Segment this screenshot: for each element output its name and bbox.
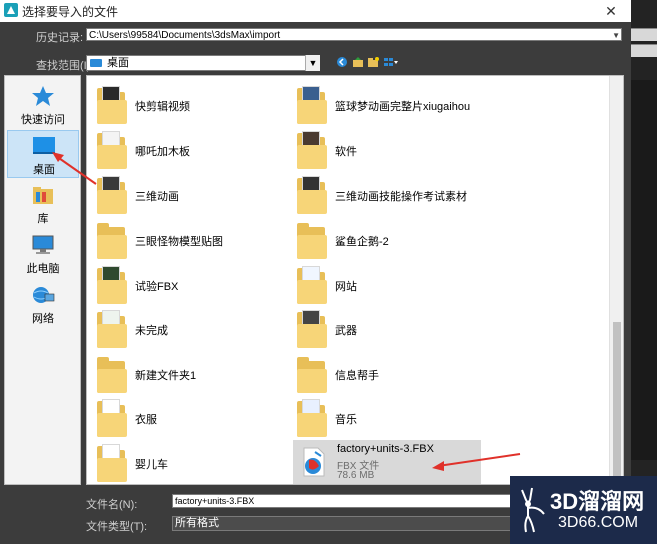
folder-icon [97,444,127,482]
folder-icon [297,399,327,437]
place-label: 桌面 [33,164,55,176]
item-label: 三维动画 [135,191,179,203]
fbx-file-icon [301,446,327,478]
background-app-viewport [631,80,657,460]
history-value: C:\Users\99584\Documents\3dsMax\import [89,30,281,41]
star-icon [31,85,55,107]
place-quick-access[interactable]: 快速访问 [7,81,79,129]
file-name-label: 文件名(N): [86,499,138,511]
history-combobox[interactable]: C:\Users\99584\Documents\3dsMax\import ▼ [86,28,622,41]
folder-icon [297,355,327,393]
selected-file-item[interactable]: factory+units-3.FBX FBX 文件 78.6 MB [293,440,481,484]
close-button[interactable]: ✕ [599,0,623,22]
look-in-label: 查找范围(I): [36,60,94,72]
look-in-value: 桌面 [107,57,129,69]
item-label: 三眼怪物模型贴图 [135,236,223,248]
watermark-brand: 3D溜溜网 [550,489,645,514]
window-title: 选择要导入的文件 [22,5,119,19]
view-menu-icon[interactable] [383,56,399,68]
place-network[interactable]: 网络 [7,280,79,328]
item-label: 软件 [335,146,357,158]
desktop-icon [32,135,56,157]
folder-icon [297,176,327,214]
folder-icon [97,399,127,437]
chevron-down-icon: ▼ [612,31,620,40]
watermark-logo: 3D溜溜网 3D66.COM [510,476,657,544]
new-folder-icon[interactable] [367,56,379,68]
item-label: 未完成 [135,325,168,337]
folder-icon [97,221,127,259]
folder-icon [97,266,127,304]
item-label: 新建文件夹1 [135,370,197,382]
app-icon [4,3,18,17]
history-label: 历史记录: [36,32,84,44]
computer-icon [31,234,55,256]
folder-icon [297,266,327,304]
place-this-pc[interactable]: 此电脑 [7,230,79,278]
title-bar: 选择要导入的文件 ✕ [0,0,631,22]
scrollbar-thumb[interactable] [613,322,621,482]
item-label: 衣服 [135,414,157,426]
watermark-url: 3D66.COM [558,514,639,531]
file-name-input[interactable]: factory+units-3.FBX [172,494,518,508]
place-desktop[interactable]: 桌面 [7,130,79,178]
folder-icon [297,310,327,348]
chevron-down-icon: ▼ [308,58,318,68]
folder-icon [97,310,127,348]
item-label: 篮球梦动画完整片xiugaihou [335,101,471,113]
library-icon [31,184,55,206]
desktop-icon [90,59,102,67]
place-label: 库 [37,213,49,225]
item-label: 音乐 [335,414,357,426]
folder-icon [97,176,127,214]
place-label: 快速访问 [21,114,65,126]
item-label: 武器 [335,325,357,337]
folder-icon [297,221,327,259]
item-label: 信息帮手 [335,370,379,382]
item-label: 哪吒加木板 [135,146,190,158]
folder-icon [97,355,127,393]
item-label: 三维动画技能操作考试素材 [335,191,467,203]
item-label: 网站 [335,281,357,293]
folder-icon [297,86,327,124]
background-app-field [631,28,657,41]
folder-icon [97,86,127,124]
places-bar: 快速访问 桌面 库 此电脑 网络 [4,75,81,485]
up-folder-icon[interactable] [352,56,364,68]
look-in-combobox[interactable]: 桌面 [86,55,320,71]
file-name: factory+units-3.FBX [337,443,434,455]
network-icon [31,284,55,306]
deer-icon [521,487,545,533]
back-icon[interactable] [336,56,348,68]
item-label: 快剪辑视频 [135,101,190,113]
file-list[interactable]: 快剪辑视频 哪吒加木板 三维动画 三眼怪物模型贴图 试验FBX 未完成 新建文件… [86,75,624,485]
vertical-scrollbar[interactable] [609,76,623,484]
file-type-label: 文件类型(T): [86,521,148,533]
folder-icon [297,131,327,169]
place-label: 此电脑 [26,263,60,275]
look-in-dropdown-button[interactable]: ▼ [305,55,320,71]
file-size: 78.6 MB [337,470,375,481]
file-type-select[interactable]: 所有格式 [172,516,518,531]
item-label: 试验FBX [135,281,179,293]
item-label: 婴儿车 [135,459,168,471]
place-library[interactable]: 库 [7,180,79,228]
item-label: 鲨鱼企鹅-2 [335,236,389,248]
background-app-field [631,44,657,57]
folder-icon [97,131,127,169]
place-label: 网络 [32,313,54,325]
